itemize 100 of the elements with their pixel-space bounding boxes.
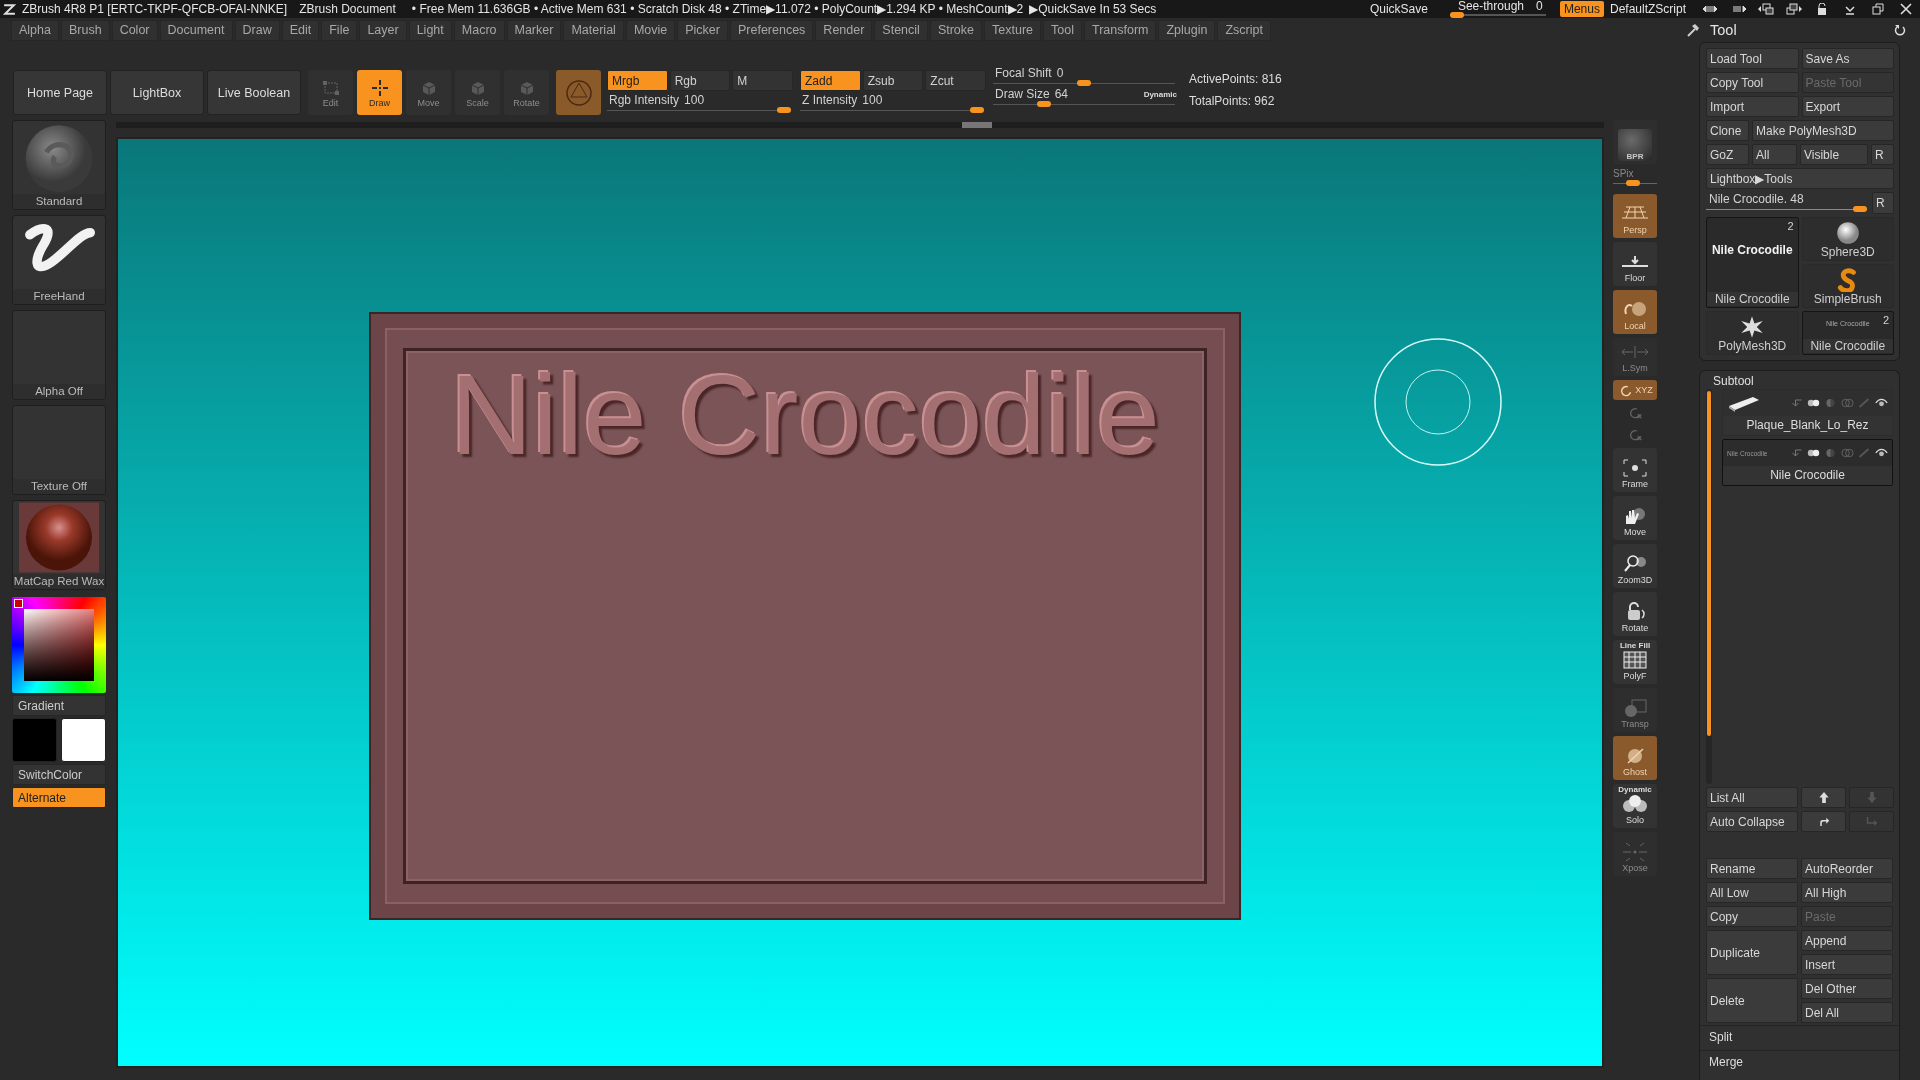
menu-item[interactable]: Render — [815, 19, 873, 41]
shelf-thumbnail[interactable]: Alpha Off — [12, 310, 106, 400]
menu-item[interactable]: Document — [159, 19, 233, 41]
menu-item[interactable]: Zscript — [1217, 19, 1271, 41]
view-button[interactable]: Local — [1613, 290, 1657, 334]
expand-icon[interactable] — [1730, 3, 1746, 15]
reset-button[interactable]: R — [1872, 192, 1894, 214]
color-swatch[interactable] — [61, 718, 106, 762]
mode-button[interactable]: M — [732, 70, 793, 91]
subtool-action-button[interactable]: All Low — [1706, 882, 1798, 903]
tool-button[interactable]: Copy Tool — [1706, 72, 1799, 93]
scrollbar-thumb[interactable] — [1707, 391, 1711, 736]
eye-icon[interactable] — [1875, 398, 1888, 408]
subtool-action-button[interactable]: All High — [1801, 882, 1893, 903]
subtool-action-button[interactable]: Copy — [1706, 906, 1798, 927]
app-logo-icon[interactable] — [3, 2, 16, 16]
mode-button[interactable]: Zsub — [862, 70, 924, 91]
menu-item[interactable]: Picker — [677, 19, 728, 41]
eye-icon[interactable] — [1875, 448, 1888, 458]
mode-button[interactable]: Mrgb — [607, 70, 668, 91]
view-button[interactable]: Persp — [1613, 194, 1657, 238]
tool-button[interactable]: All — [1752, 144, 1797, 165]
tool-button[interactable]: Export — [1801, 96, 1894, 117]
menu-item[interactable]: Macro — [453, 19, 505, 41]
menu-item[interactable]: Brush — [61, 19, 110, 41]
view-button[interactable]: Move — [1613, 496, 1657, 540]
switch-color-button[interactable]: SwitchColor — [12, 764, 106, 785]
view-button[interactable]: XYZ — [1613, 380, 1657, 400]
menu-item[interactable]: Material — [563, 19, 624, 41]
tool-button[interactable]: GoZ — [1706, 144, 1749, 165]
menu-item[interactable]: Preferences — [729, 19, 814, 41]
toggle-icon[interactable] — [1807, 448, 1820, 458]
section-header[interactable]: Split — [1700, 1025, 1899, 1048]
subtool-action-button[interactable]: Duplicate — [1706, 930, 1798, 975]
menu-item[interactable]: Edit — [281, 19, 320, 41]
menu-item[interactable]: Stencil — [874, 19, 928, 41]
shelf-button[interactable]: Home Page — [13, 70, 107, 115]
windows-icon[interactable] — [1786, 3, 1802, 15]
close-icon[interactable] — [1898, 3, 1914, 15]
slider-handle[interactable] — [970, 107, 984, 114]
shelf-button[interactable]: LightBox — [110, 70, 204, 115]
tool-button[interactable]: Load Tool — [1706, 48, 1799, 69]
menu-item[interactable]: Alpha — [11, 19, 59, 41]
slider-handle[interactable] — [1449, 12, 1464, 18]
view-button[interactable]: Floor — [1613, 242, 1657, 286]
toggle-icon[interactable] — [1807, 398, 1820, 408]
tool-button[interactable]: Save As — [1801, 48, 1894, 69]
scrollbar[interactable] — [1706, 389, 1712, 784]
tool-thumbnail[interactable]: 2 Nile Crocodile Nile Crocodile — [1706, 217, 1799, 308]
subtool-action-button[interactable]: Del All — [1801, 1002, 1893, 1023]
view-button[interactable]: Dynamic Solo — [1613, 784, 1657, 828]
menu-item[interactable]: File — [321, 19, 358, 41]
subtool-action-button[interactable]: Rename — [1706, 858, 1798, 879]
shelf-thumbnail[interactable]: Standard — [12, 120, 106, 210]
subtool-item[interactable]: Plaque_Blank_Lo_Rez — [1722, 389, 1893, 436]
menu-item[interactable]: Texture — [984, 19, 1042, 41]
subtool-action-button[interactable]: Del Other — [1801, 978, 1893, 999]
quicksave-button[interactable]: QuickSave — [1369, 2, 1428, 16]
view-button[interactable]: Line Fill PolyF — [1613, 640, 1657, 684]
gradient-button[interactable]: Gradient — [12, 695, 106, 716]
menu-item[interactable]: Draw — [234, 19, 280, 41]
section-header[interactable]: Merge — [1700, 1050, 1899, 1073]
view-button[interactable]: Rotate — [1613, 592, 1657, 636]
slider-handle[interactable] — [1626, 180, 1641, 186]
menu-item[interactable]: Tool — [1043, 19, 1082, 41]
menu-item[interactable]: Layer — [359, 19, 407, 41]
menu-item[interactable]: Light — [408, 19, 452, 41]
menu-item[interactable]: Color — [111, 19, 158, 41]
slider-handle[interactable] — [777, 107, 791, 114]
menu-item[interactable]: Transform — [1083, 19, 1157, 41]
menu-item[interactable]: Zplugin — [1158, 19, 1216, 41]
arrow-button[interactable] — [1801, 811, 1846, 832]
shelf-button[interactable]: Live Boolean — [207, 70, 301, 115]
list-all-button[interactable]: List All — [1706, 787, 1798, 808]
mode-button[interactable]: Rgb — [669, 70, 731, 91]
tool-button[interactable]: R — [1871, 144, 1894, 165]
mode-button[interactable]: Zcut — [925, 70, 986, 91]
view-button[interactable]: Ghost — [1613, 736, 1657, 780]
color-picker[interactable] — [12, 597, 106, 693]
dynamic-label[interactable]: Dynamic — [1143, 89, 1177, 99]
down-arrow-icon[interactable] — [1790, 398, 1803, 408]
view-button[interactable]: Frame — [1613, 448, 1657, 492]
tool-button[interactable]: Clone — [1706, 120, 1749, 141]
windows-icon[interactable] — [1758, 3, 1774, 15]
down-arrow-icon[interactable] — [1790, 448, 1803, 458]
shrink-icon[interactable] — [1702, 3, 1718, 15]
tool-thumbnail[interactable]: Sphere3D — [1801, 217, 1894, 261]
subtool-action-button[interactable]: Delete — [1706, 978, 1798, 1023]
tool-thumbnail[interactable]: SimpleBrush — [1801, 264, 1894, 308]
ruler-handle[interactable] — [962, 122, 992, 128]
shelf-thumbnail[interactable]: Texture Off — [12, 405, 106, 495]
menus-toggle[interactable]: Menus — [1559, 1, 1604, 17]
script-button[interactable]: DefaultZScript — [1609, 2, 1686, 16]
shelf-thumbnail[interactable]: FreeHand — [12, 215, 106, 305]
reset-icon[interactable] — [1894, 24, 1906, 36]
shelf-thumbnail[interactable]: MatCap Red Wax — [12, 500, 106, 590]
menu-item[interactable]: Stroke — [929, 19, 983, 41]
slider-handle[interactable] — [1077, 80, 1091, 87]
menu-item[interactable]: Marker — [506, 19, 562, 41]
subtool-action-button[interactable]: AutoReorder — [1801, 858, 1893, 879]
